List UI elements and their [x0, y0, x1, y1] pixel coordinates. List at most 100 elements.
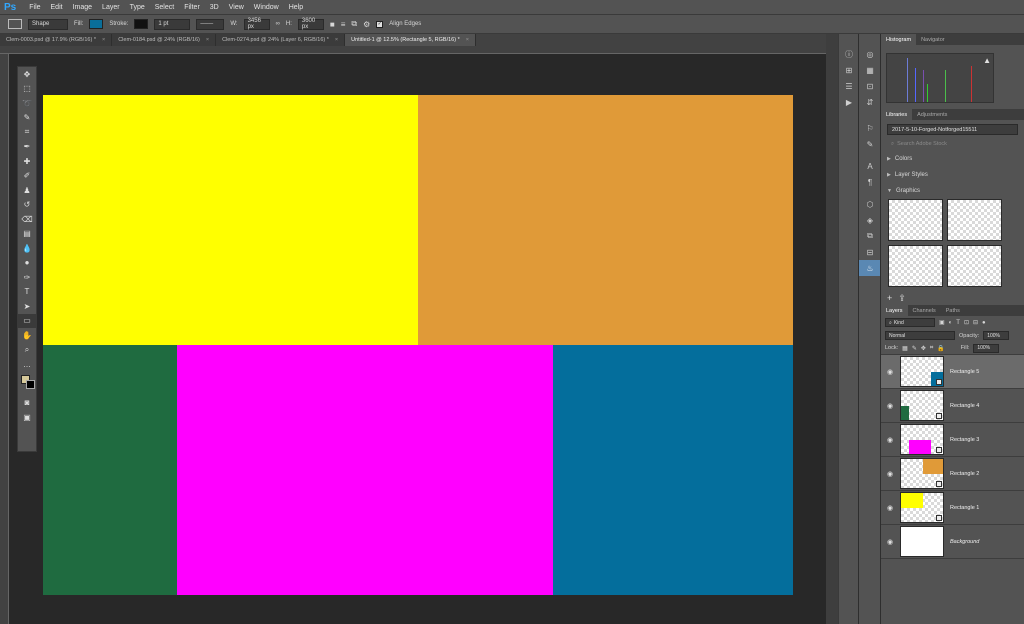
swatches-panel-icon[interactable]: ⊡: [859, 78, 881, 94]
blend-mode-select[interactable]: Normal: [885, 331, 955, 340]
gear-icon[interactable]: ⚙: [363, 20, 370, 29]
pen-tool-icon[interactable]: ✑: [18, 270, 36, 285]
shape-mode-select[interactable]: Shape: [28, 18, 68, 30]
add-content-icon[interactable]: +: [887, 293, 892, 303]
path-arrangement-icon[interactable]: ⧉: [351, 19, 357, 29]
layer-row-rectangle-4[interactable]: ◉ Rectangle 4: [881, 389, 1024, 423]
width-input[interactable]: 3456 px: [243, 18, 270, 30]
zoom-tool-icon[interactable]: ⌕: [18, 343, 36, 358]
adobe-stock-search[interactable]: ⌕ Search Adobe Stock: [887, 139, 1018, 149]
tab-clem-0274[interactable]: Clem-0274.psd @ 24% (Layer 6, RGB/16) * ×: [216, 34, 346, 46]
menu-3d[interactable]: 3D: [205, 4, 224, 11]
filter-smart-object-icon[interactable]: ⊟: [973, 319, 978, 326]
document-canvas[interactable]: [43, 95, 793, 595]
paragraph-panel-icon[interactable]: ¶: [859, 174, 881, 190]
filter-toggle-icon[interactable]: ●: [982, 320, 986, 326]
close-icon[interactable]: ×: [466, 37, 469, 43]
grid-icon[interactable]: ⊞: [839, 62, 859, 78]
visibility-eye-icon[interactable]: ◉: [881, 504, 899, 512]
play-icon[interactable]: ▶: [839, 94, 859, 110]
adjustments-panel-icon[interactable]: ⇵: [859, 94, 881, 110]
tab-paths[interactable]: Paths: [941, 305, 965, 316]
layer-row-rectangle-3[interactable]: ◉ Rectangle 3: [881, 423, 1024, 457]
fill-color-swatch[interactable]: [89, 19, 104, 29]
layer-row-background[interactable]: ◉ Background: [881, 525, 1024, 559]
properties-panel-icon[interactable]: ⚐: [859, 120, 881, 136]
marquee-tool-icon[interactable]: ⬚: [18, 82, 36, 97]
lock-position-icon[interactable]: ✥: [921, 345, 926, 352]
rectangle-5-blue[interactable]: [553, 345, 793, 595]
layer-row-rectangle-1[interactable]: ◉ Rectangle 1: [881, 491, 1024, 525]
layer-row-rectangle-5[interactable]: ◉ Rectangle 5: [881, 355, 1024, 389]
tab-clem-0184[interactable]: Clem-0184.psd @ 24% (RGB/16) ×: [112, 34, 217, 46]
eraser-tool-icon[interactable]: ⌫: [18, 212, 36, 227]
stroke-type-select[interactable]: ───: [196, 18, 225, 30]
menu-image[interactable]: Image: [68, 4, 97, 11]
tab-channels[interactable]: Channels: [908, 305, 941, 316]
fill-input[interactable]: 100%: [973, 343, 1000, 353]
menu-filter[interactable]: Filter: [179, 4, 205, 11]
upload-icon[interactable]: ⇪: [898, 293, 906, 304]
dodge-tool-icon[interactable]: ●: [18, 256, 36, 271]
tab-libraries[interactable]: Libraries: [881, 109, 913, 120]
screen-mode-icon[interactable]: ▣: [18, 410, 36, 425]
filter-pixel-icon[interactable]: ▣: [939, 319, 945, 326]
layer-comps-panel-icon[interactable]: ⧉: [859, 228, 881, 244]
menu-file[interactable]: File: [24, 4, 45, 11]
rectangle-tool-icon[interactable]: ▭: [18, 313, 36, 328]
rectangle-2-orange[interactable]: [418, 95, 793, 345]
move-tool-icon[interactable]: ✥: [18, 67, 36, 82]
menu-view[interactable]: View: [224, 4, 249, 11]
history-brush-tool-icon[interactable]: ↺: [18, 198, 36, 213]
close-icon[interactable]: ×: [102, 37, 105, 43]
tab-layers[interactable]: Layers: [881, 305, 908, 316]
3d-panel-icon[interactable]: ⬡: [859, 196, 881, 212]
brush-tool-icon[interactable]: ✐: [18, 169, 36, 184]
lock-artboard-icon[interactable]: ⌗: [930, 345, 933, 352]
cloud-panel-icon[interactable]: ♨: [859, 260, 881, 276]
section-graphics[interactable]: ▼ Graphics: [881, 183, 1024, 199]
timeline-panel-icon[interactable]: ⊟: [859, 244, 881, 260]
rectangle-3-magenta[interactable]: [177, 345, 553, 595]
stroke-width-input[interactable]: 1 pt: [154, 18, 191, 30]
healing-brush-tool-icon[interactable]: ✚: [18, 154, 36, 169]
rectangle-tool-preset-icon[interactable]: [8, 19, 22, 29]
close-icon[interactable]: ×: [206, 37, 209, 43]
section-colors[interactable]: ▶ Colors: [881, 151, 1024, 167]
filter-adjustment-icon[interactable]: ◐: [949, 320, 953, 326]
styles-panel-icon[interactable]: ◈: [859, 212, 881, 228]
list-icon[interactable]: ☰: [839, 78, 859, 94]
type-tool-icon[interactable]: T: [18, 285, 36, 300]
menu-type[interactable]: Type: [125, 4, 150, 11]
path-alignment-icon[interactable]: ≡: [341, 20, 346, 29]
info-icon[interactable]: ⓘ: [839, 46, 859, 62]
lock-all-icon[interactable]: 🔒: [937, 345, 944, 352]
layer-row-rectangle-2[interactable]: ◉ Rectangle 2: [881, 457, 1024, 491]
path-operations-icon[interactable]: ■: [330, 20, 335, 29]
quick-selection-tool-icon[interactable]: ✎: [18, 111, 36, 126]
blur-tool-icon[interactable]: 💧: [18, 241, 36, 256]
warning-icon[interactable]: ▲: [983, 56, 991, 65]
brush-settings-panel-icon[interactable]: ✎: [859, 136, 881, 152]
tab-clem-0003[interactable]: Clem-0003.psd @ 17.9% (RGB/16) * ×: [0, 34, 113, 46]
link-icon[interactable]: ∞: [276, 21, 280, 27]
tab-histogram[interactable]: Histogram: [881, 34, 917, 45]
stroke-color-swatch[interactable]: [134, 19, 149, 29]
visibility-eye-icon[interactable]: ◉: [881, 538, 899, 546]
visibility-eye-icon[interactable]: ◉: [881, 368, 899, 376]
gradient-tool-icon[interactable]: ▤: [18, 227, 36, 242]
tab-untitled-1[interactable]: Untitled-1 @ 12.5% (Rectangle 5, RGB/16)…: [345, 34, 476, 46]
menu-layer[interactable]: Layer: [97, 4, 125, 11]
navigator-panel-icon[interactable]: ▦: [859, 62, 881, 78]
path-selection-tool-icon[interactable]: ➤: [18, 299, 36, 314]
graphic-thumbnail[interactable]: [888, 245, 943, 287]
more-tools-icon[interactable]: …: [18, 357, 36, 372]
rectangle-1-yellow[interactable]: [43, 95, 418, 345]
menu-edit[interactable]: Edit: [46, 4, 68, 11]
graphic-thumbnail[interactable]: [888, 199, 943, 241]
height-input[interactable]: 3600 px: [297, 18, 324, 30]
visibility-eye-icon[interactable]: ◉: [881, 470, 899, 478]
background-color-swatch[interactable]: [26, 379, 35, 389]
visibility-eye-icon[interactable]: ◉: [881, 436, 899, 444]
menu-help[interactable]: Help: [284, 4, 308, 11]
